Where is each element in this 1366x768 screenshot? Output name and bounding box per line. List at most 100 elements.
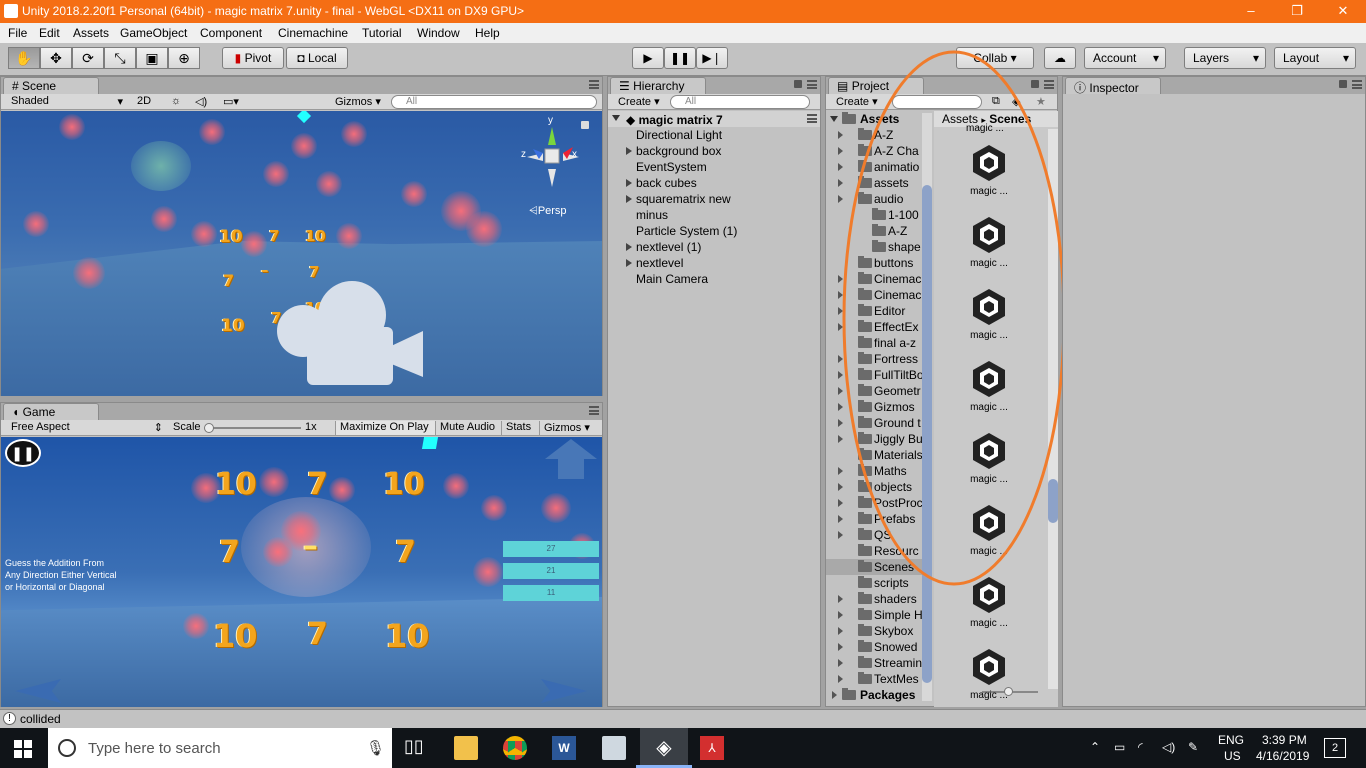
shading-mode-dropdown[interactable]: Shaded ▾: [7, 95, 125, 109]
hierarchy-item[interactable]: nextlevel: [608, 255, 820, 271]
pause-button[interactable]: ❚❚: [664, 47, 696, 69]
expand-arrow-icon[interactable]: [626, 243, 632, 251]
mute-audio-toggle[interactable]: Mute Audio: [435, 421, 501, 435]
answer-button[interactable]: 11: [503, 585, 599, 601]
photos-icon[interactable]: [602, 736, 626, 760]
expand-arrow-icon[interactable]: [626, 147, 632, 155]
expand-arrow-icon[interactable]: [838, 627, 843, 635]
menu-edit[interactable]: Edit: [39, 26, 60, 40]
answer-button[interactable]: 27: [503, 541, 599, 557]
unity-icon[interactable]: ◈: [652, 736, 676, 760]
hierarchy-item[interactable]: back cubes: [608, 175, 820, 191]
language-label[interactable]: ENG: [1218, 733, 1244, 747]
aspect-dropdown[interactable]: Free Aspect ⇕: [7, 421, 165, 435]
rect-tool-icon[interactable]: ▣: [136, 47, 168, 69]
panel-menu-icon[interactable]: [1352, 80, 1362, 89]
clock-date[interactable]: 4/16/2019: [1256, 749, 1309, 763]
pause-game-button[interactable]: ❚❚: [5, 439, 41, 467]
rotate-tool-icon[interactable]: ⟳: [72, 47, 104, 69]
tab-game[interactable]: ◖ Game: [3, 403, 99, 420]
panel-menu-icon[interactable]: [589, 406, 599, 415]
wifi-icon[interactable]: ◜: [1138, 740, 1143, 754]
game-gizmos-dropdown[interactable]: Gizmos ▾: [539, 421, 601, 435]
scene-asset-tile[interactable]: magic ...: [951, 647, 1027, 701]
folder-row[interactable]: Snowed: [826, 639, 922, 655]
hierarchy-item[interactable]: Particle System (1): [608, 223, 820, 239]
task-view-icon[interactable]: ▯▯: [404, 736, 428, 760]
scale-slider-track[interactable]: [205, 427, 301, 429]
expand-arrow-icon[interactable]: [838, 643, 843, 651]
move-tool-icon[interactable]: ✥: [40, 47, 72, 69]
hierarchy-item[interactable]: nextlevel (1): [608, 239, 820, 255]
hierarchy-item[interactable]: EventSystem: [608, 159, 820, 175]
minimize-button[interactable]: –: [1228, 0, 1274, 23]
folder-row[interactable]: TextMes: [826, 671, 922, 687]
pivot-toggle[interactable]: ▮ Pivot: [222, 47, 284, 69]
scene-viewport[interactable]: 10 7 10 7 – 7 10 7 10 y x z ⩤Persp: [1, 111, 602, 396]
region-label[interactable]: US: [1224, 749, 1241, 763]
menu-component[interactable]: Component: [200, 26, 262, 40]
lighting-toggle-icon[interactable]: ☼: [167, 95, 181, 109]
step-button[interactable]: ▶❘: [696, 47, 728, 69]
taskbar-search-box[interactable]: Type here to search 🎙: [48, 728, 392, 768]
acrobat-icon[interactable]: ⅄: [700, 736, 724, 760]
panel-menu-icon[interactable]: [589, 80, 599, 89]
maximize-on-play-toggle[interactable]: Maximize On Play: [335, 421, 435, 435]
scale-tool-icon[interactable]: ⤡: [104, 47, 136, 69]
hierarchy-item[interactable]: background box: [608, 143, 820, 159]
windows-start-icon[interactable]: [14, 740, 32, 758]
expand-arrow-icon[interactable]: [838, 659, 843, 667]
layers-dropdown[interactable]: Layers ▾: [1184, 47, 1266, 69]
persp-label[interactable]: ⩤Persp: [529, 205, 567, 218]
expand-arrow-icon[interactable]: [838, 611, 843, 619]
packages-row[interactable]: Packages: [826, 687, 934, 703]
local-toggle[interactable]: ◘ Local: [286, 47, 348, 69]
volume-icon[interactable]: ◁): [1162, 740, 1175, 754]
hierarchy-item[interactable]: minus: [608, 207, 820, 223]
layout-dropdown[interactable]: Layout ▾: [1274, 47, 1356, 69]
account-dropdown[interactable]: Account ▾: [1084, 47, 1166, 69]
2d-toggle[interactable]: 2D: [133, 95, 157, 109]
lock-icon[interactable]: [581, 121, 589, 129]
lock-icon[interactable]: [794, 80, 802, 88]
hand-tool-icon[interactable]: ✋: [8, 47, 40, 69]
menu-cinemachine[interactable]: Cinemachine: [278, 26, 348, 40]
expand-icon[interactable]: [830, 116, 838, 122]
pen-icon[interactable]: ✎: [1188, 740, 1198, 754]
status-message[interactable]: collided: [20, 712, 61, 726]
clock-time[interactable]: 3:39 PM: [1262, 733, 1307, 747]
tab-inspector[interactable]: ⓘ Inspector: [1065, 77, 1161, 95]
lock-icon[interactable]: [1339, 80, 1347, 88]
file-explorer-icon[interactable]: [454, 736, 478, 760]
menu-file[interactable]: File: [8, 26, 27, 40]
folder-row[interactable]: Skybox: [826, 623, 922, 639]
panel-menu-icon[interactable]: [807, 80, 817, 89]
scene-search-input[interactable]: All: [391, 95, 597, 109]
menu-gameobject[interactable]: GameObject: [120, 26, 187, 40]
expand-icon[interactable]: [832, 691, 837, 699]
scene-root-row[interactable]: ◆ magic matrix 7: [608, 111, 820, 127]
game-viewport[interactable]: ❚❚ 10 7 10 7 – 7 10 7 10 Guess the Addit…: [1, 437, 602, 707]
expand-arrow-icon[interactable]: [626, 179, 632, 187]
notifications-icon[interactable]: 2: [1324, 738, 1346, 758]
hierarchy-item[interactable]: Directional Light: [608, 127, 820, 143]
tray-chevron-icon[interactable]: ⌃: [1090, 740, 1100, 754]
expand-icon[interactable]: [612, 115, 620, 121]
chrome-icon[interactable]: [503, 736, 527, 760]
expand-arrow-icon[interactable]: [626, 195, 632, 203]
audio-toggle-icon[interactable]: ◁): [191, 95, 207, 109]
menu-assets[interactable]: Assets: [73, 26, 109, 40]
hierarchy-item[interactable]: squarematrix new: [608, 191, 820, 207]
answer-button[interactable]: 21: [503, 563, 599, 579]
scene-menu-icon[interactable]: [807, 114, 817, 123]
word-icon[interactable]: W: [552, 736, 576, 760]
expand-arrow-icon[interactable]: [838, 675, 843, 683]
scene-gizmos-dropdown[interactable]: Gizmos ▾: [331, 95, 383, 109]
tab-hierarchy[interactable]: ☰ Hierarchy: [610, 77, 706, 94]
tab-scene[interactable]: # Scene: [3, 77, 99, 94]
camera-gizmo-icon[interactable]: [277, 281, 427, 389]
menu-tutorial[interactable]: Tutorial: [362, 26, 402, 40]
expand-arrow-icon[interactable]: [838, 595, 843, 603]
hierarchy-item[interactable]: Main Camera: [608, 271, 820, 287]
restore-button[interactable]: ❐: [1274, 0, 1320, 23]
